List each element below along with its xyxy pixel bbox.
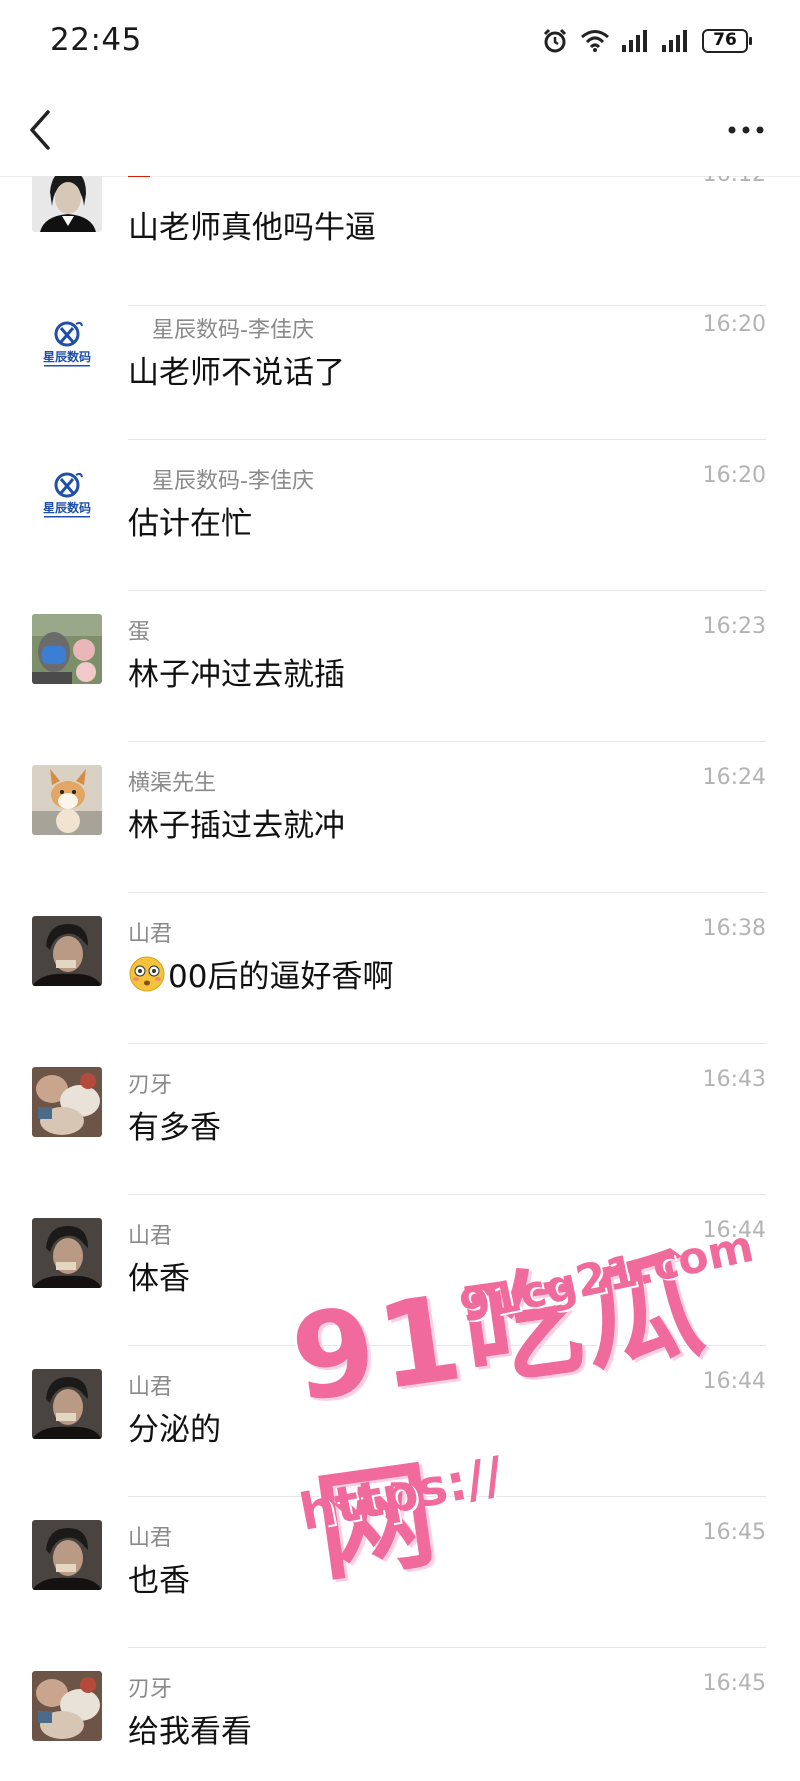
avatar[interactable]: [32, 765, 102, 835]
status-icons: 76: [542, 24, 752, 58]
wifi-icon: [581, 30, 609, 52]
message-time: 16:38: [702, 916, 766, 941]
signal-icon: [662, 30, 687, 52]
flag-icon: [128, 176, 150, 177]
message-text: 山老师真他吗牛逼: [128, 210, 376, 246]
status-time: 22:45: [50, 22, 142, 58]
message-time: 16:20: [702, 312, 766, 337]
avatar[interactable]: [32, 1067, 102, 1137]
divider: [128, 590, 766, 591]
message-time: 16:45: [702, 1671, 766, 1696]
message-text: 给我看看: [128, 1714, 252, 1750]
message-time: 16:20: [702, 463, 766, 488]
divider: [128, 1647, 766, 1648]
alarm-icon: [543, 28, 567, 53]
avatar[interactable]: [32, 176, 102, 232]
divider: [128, 439, 766, 440]
message-time: 16:23: [702, 614, 766, 639]
avatar[interactable]: [32, 1671, 102, 1741]
list-item[interactable]: 横渠先生 16:24 林子插过去就冲: [0, 765, 800, 916]
logo-text: 星辰数码: [43, 349, 91, 364]
sender-tag: 1011: [154, 176, 185, 179]
message-time: 16:24: [702, 765, 766, 790]
avatar[interactable]: [32, 1369, 102, 1439]
avatar[interactable]: [32, 1218, 102, 1288]
battery-icon: 76: [702, 29, 752, 53]
message-text: 林子插过去就冲: [128, 808, 345, 844]
list-item[interactable]: 星辰数码 星辰数码-李佳庆 16:20 估计在忙: [0, 463, 800, 614]
divider: [128, 892, 766, 893]
list-item[interactable]: 1011 16:12 山老师真他吗牛逼: [0, 176, 800, 311]
message-text: 有多香: [128, 1110, 221, 1146]
avatar[interactable]: [32, 614, 102, 684]
message-time: 16:43: [702, 1067, 766, 1092]
sender-name: 刃牙: [128, 1073, 173, 1098]
more-horizontal-icon[interactable]: [726, 118, 766, 142]
logo-text: 星辰数码: [43, 500, 91, 515]
avatar[interactable]: 星辰数码: [32, 463, 102, 533]
chevron-left-icon[interactable]: [26, 108, 56, 152]
message-time: 16:12: [703, 176, 766, 187]
sender-name: 星辰数码-李佳庆: [152, 318, 314, 343]
list-item[interactable]: 刃牙 16:45 给我看看: [0, 1671, 800, 1781]
sender-name: 蛋: [128, 620, 151, 645]
divider: [128, 741, 766, 742]
sender-name: 山君: [128, 922, 173, 947]
sender-name: 刃牙: [128, 1677, 173, 1702]
avatar[interactable]: [32, 916, 102, 986]
divider: [128, 1043, 766, 1044]
message-text: 体香: [128, 1261, 190, 1297]
list-item[interactable]: 蛋 16:23 林子冲过去就插: [0, 614, 800, 765]
status-bar: 22:45 76: [0, 0, 800, 84]
avatar[interactable]: 星辰数码: [32, 312, 102, 382]
list-item[interactable]: 刃牙 16:43 有多香: [0, 1067, 800, 1218]
sender-name: 横渠先生: [128, 771, 217, 796]
nav-bar: [0, 84, 800, 176]
divider: [128, 1194, 766, 1195]
sender-name: 山君: [128, 1526, 173, 1551]
divider: [128, 305, 766, 306]
message-text: 00后的逼好香啊: [128, 951, 393, 996]
message-text: 估计在忙: [128, 506, 252, 542]
message-text: 山老师不说话了: [128, 355, 345, 391]
avatar[interactable]: [32, 1520, 102, 1590]
signal-icon: [622, 30, 647, 52]
flushed-face-emoji: [129, 956, 165, 991]
list-item[interactable]: 山君 16:38 00后的逼好香啊: [0, 916, 800, 1067]
message-text: 分泌的: [128, 1412, 221, 1448]
list-item[interactable]: 星辰数码 星辰数码-李佳庆 16:20 山老师不说话了: [0, 312, 800, 463]
sender-name: 山君: [128, 1375, 173, 1400]
sender-name: 星辰数码-李佳庆: [152, 469, 314, 494]
sender-name: 山君: [128, 1224, 173, 1249]
message-text: 也香: [128, 1563, 190, 1599]
message-text: 林子冲过去就插: [128, 657, 345, 693]
message-text-content: 00后的逼好香啊: [168, 959, 394, 995]
